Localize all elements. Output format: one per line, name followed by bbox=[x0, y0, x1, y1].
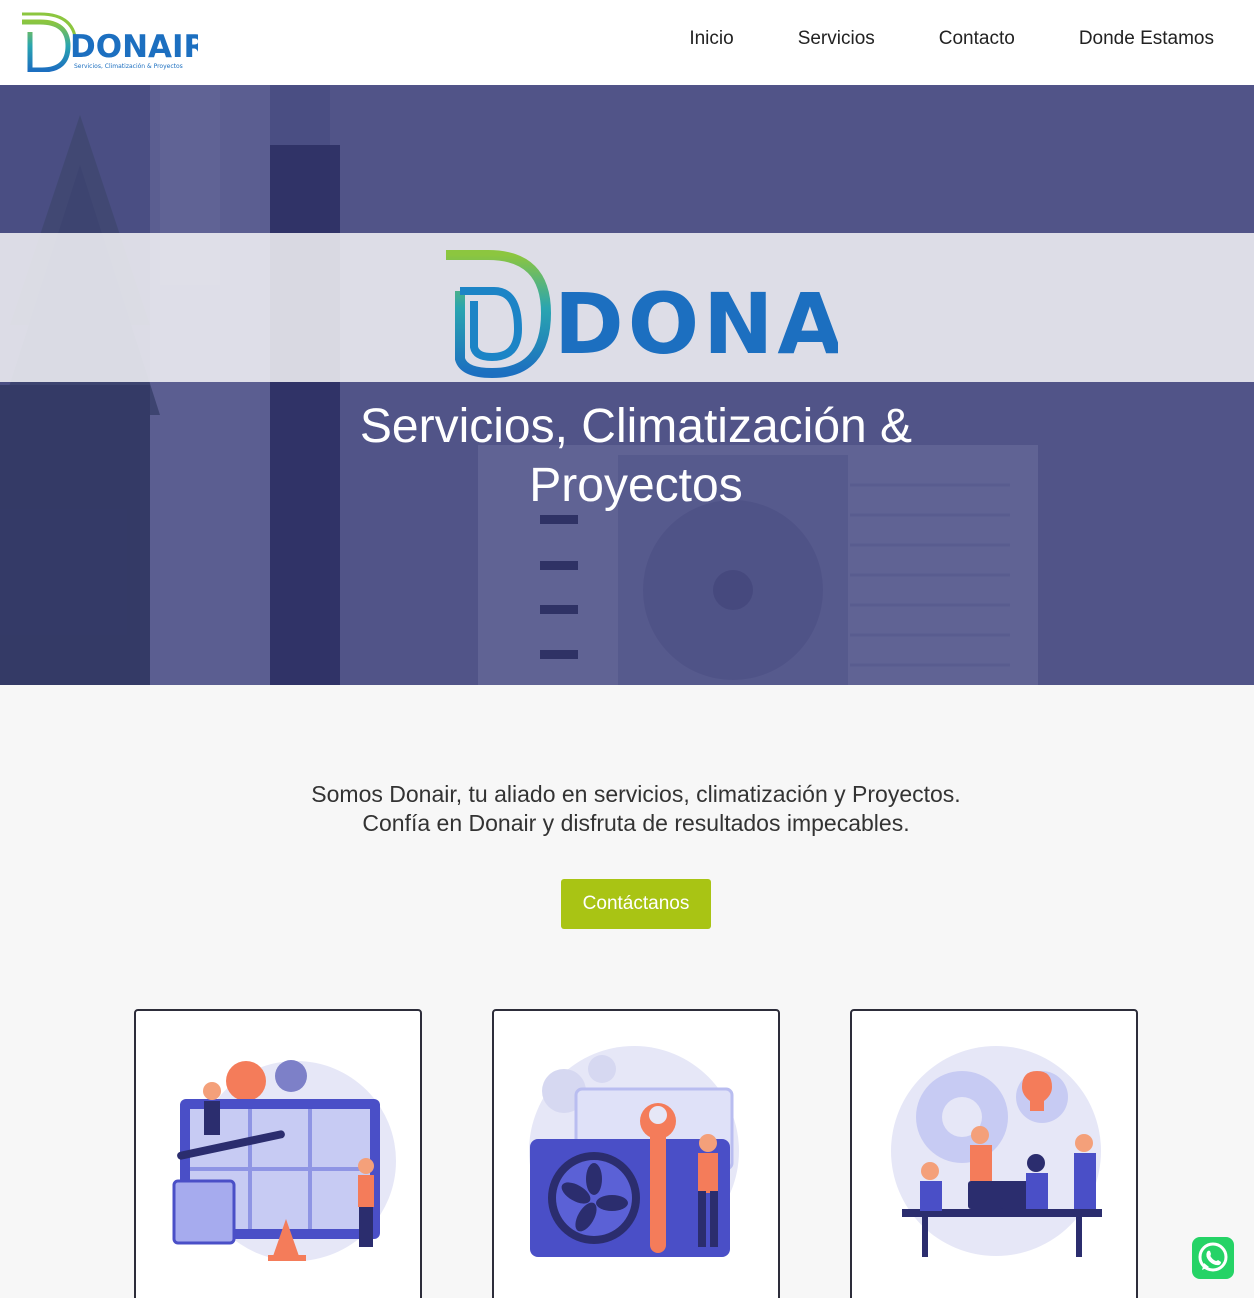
service-card-climatization[interactable] bbox=[492, 1009, 780, 1298]
maintenance-workers-illustration bbox=[172, 1060, 396, 1261]
ac-unit-repair-illustration bbox=[529, 1046, 739, 1257]
svg-text:DONAIR: DONAIR bbox=[554, 275, 838, 373]
intro-line-1: Somos Donair, tu aliado en servicios, cl… bbox=[311, 781, 961, 807]
nav-servicios[interactable]: Servicios bbox=[798, 28, 875, 50]
hero-section: DONAIR Servicios, Climatización & Proyec… bbox=[0, 85, 1254, 685]
whatsapp-button[interactable] bbox=[1192, 1237, 1234, 1279]
svg-text:Servicios, Climatización & Pro: Servicios, Climatización & Proyectos bbox=[74, 63, 183, 70]
service-card-maintenance[interactable] bbox=[134, 1009, 422, 1298]
nav-donde-estamos[interactable]: Donde Estamos bbox=[1079, 28, 1214, 50]
team-project-illustration bbox=[891, 1046, 1102, 1257]
intro-text: Somos Donair, tu aliado en servicios, cl… bbox=[0, 780, 1254, 838]
hero-logo: DONAIR bbox=[446, 250, 838, 379]
whatsapp-icon bbox=[1198, 1242, 1228, 1272]
hero-title: Servicios, Climatización & Proyectos bbox=[359, 400, 913, 512]
service-card-projects[interactable] bbox=[850, 1009, 1138, 1298]
intro-line-2: Confía en Donair y disfruta de resultado… bbox=[362, 810, 910, 836]
hero-overlay bbox=[0, 85, 1254, 685]
main-nav: Inicio Servicios Contacto Donde Estamos bbox=[689, 28, 1214, 50]
contact-button[interactable]: Contáctanos bbox=[561, 879, 711, 929]
brand-logo[interactable]: DONAIR Servicios, Climatización & Proyec… bbox=[18, 10, 198, 72]
nav-inicio[interactable]: Inicio bbox=[689, 28, 733, 50]
nav-contacto[interactable]: Contacto bbox=[939, 28, 1015, 50]
svg-text:DONAIR: DONAIR bbox=[70, 29, 198, 65]
site-header: DONAIR Servicios, Climatización & Proyec… bbox=[0, 0, 1254, 85]
